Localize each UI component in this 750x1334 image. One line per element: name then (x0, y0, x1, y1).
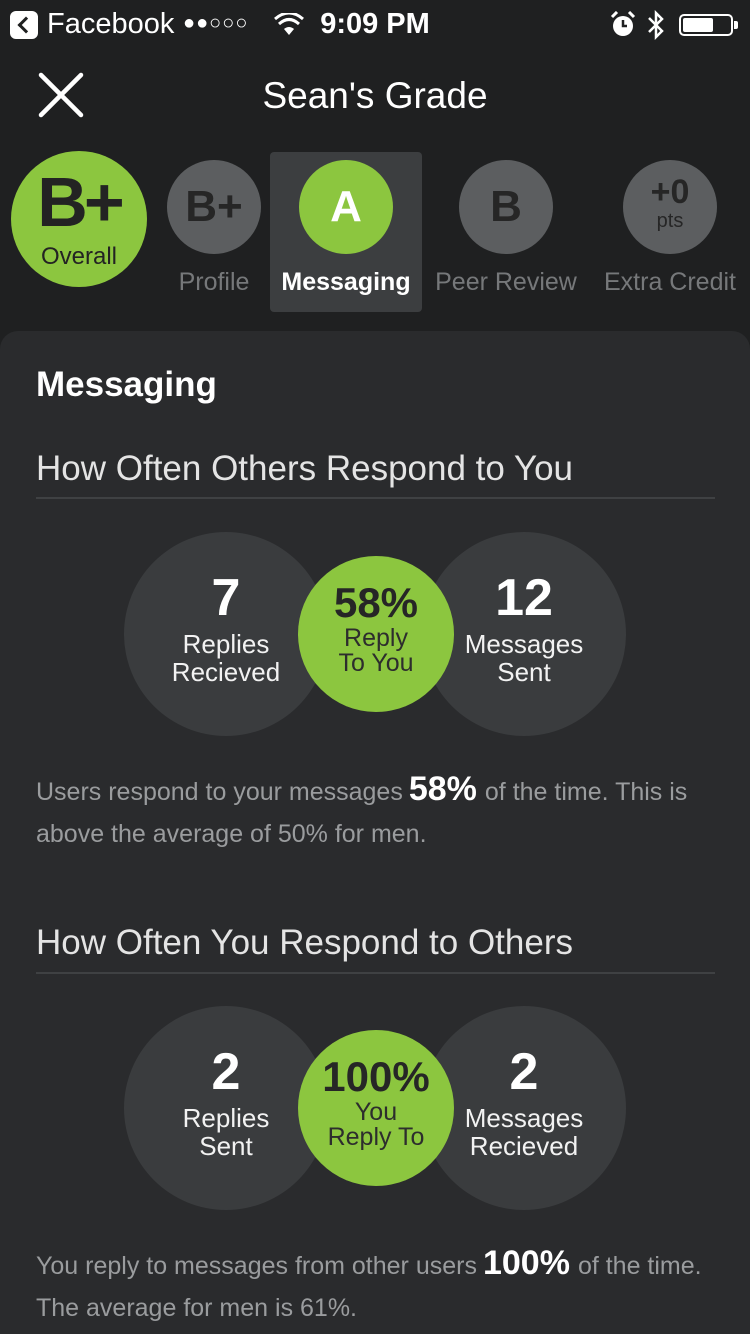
tab-peer-review-label: Peer Review (435, 268, 577, 296)
messaging-grade-circle: A (299, 160, 393, 254)
desc-highlight-value: 100% (482, 1244, 570, 1282)
page-title: Sean's Grade (262, 75, 488, 116)
tab-messaging[interactable]: A Messaging (270, 160, 422, 297)
reply-rate-label-1: Reply (344, 624, 408, 652)
divider (36, 497, 715, 499)
you-reply-rate-label-2: Reply To (327, 1123, 425, 1151)
extra-credit-unit: pts (656, 210, 684, 232)
desc-highlight-value: 58% (408, 770, 477, 808)
tab-messaging-label: Messaging (281, 268, 411, 296)
clock: 9:09 PM (320, 8, 430, 40)
tab-profile-label: Profile (178, 268, 250, 296)
overall-grade: B+ (37, 163, 124, 241)
others-respond-stats: 7 Replies Recieved 12 Messages Sent 58% … (124, 532, 626, 740)
you-respond-title: How Often You Respond to Others (36, 923, 573, 962)
bluetooth-icon (648, 10, 664, 40)
you-reply-rate-label-1: You (354, 1098, 398, 1126)
desc-text-before: Users respond to your messages (36, 778, 403, 806)
profile-grade-circle: B+ (167, 160, 261, 254)
peer-review-grade-circle: B (459, 160, 553, 254)
grade-tabs: B+ Overall B+ Profile A Messaging B Peer… (0, 148, 750, 318)
others-respond-title: How Often Others Respond to You (36, 449, 573, 488)
section-heading: Messaging (36, 365, 217, 404)
reply-rate-bubble: 58% Reply To You (298, 556, 454, 712)
desc-text-before: You reply to messages from other users (36, 1252, 477, 1280)
messaging-card[interactable]: Messaging How Often Others Respond to Yo… (0, 331, 750, 1334)
you-respond-description: You reply to messages from other users 10… (36, 1242, 726, 1329)
extra-credit-points: +0 (650, 173, 690, 211)
reply-rate-label-2: To You (338, 649, 414, 677)
you-respond-stats: 2 Replies Sent 2 Messages Recieved 100% … (124, 1006, 626, 1214)
overall-label: Overall (40, 243, 118, 270)
overall-grade-badge[interactable]: B+ Overall (11, 151, 147, 287)
status-bar: Facebook ●●○○○ 9:09 PM (0, 0, 750, 50)
reply-rate-value: 58% (333, 579, 419, 626)
tab-extra-credit-label: Extra Credit (604, 268, 736, 296)
tab-profile[interactable]: B+ Profile (138, 160, 290, 297)
battery-icon (679, 14, 738, 36)
you-reply-rate-value: 100% (322, 1053, 430, 1100)
tab-peer-review[interactable]: B Peer Review (430, 160, 582, 297)
divider (36, 972, 715, 974)
others-respond-description: Users respond to your messages 58% of the … (36, 768, 726, 855)
alarm-icon (610, 11, 636, 36)
extra-credit-circle: +0 pts (623, 160, 717, 254)
tab-extra-credit[interactable]: +0 pts Extra Credit (594, 160, 746, 297)
you-reply-rate-bubble: 100% You Reply To (298, 1030, 454, 1186)
